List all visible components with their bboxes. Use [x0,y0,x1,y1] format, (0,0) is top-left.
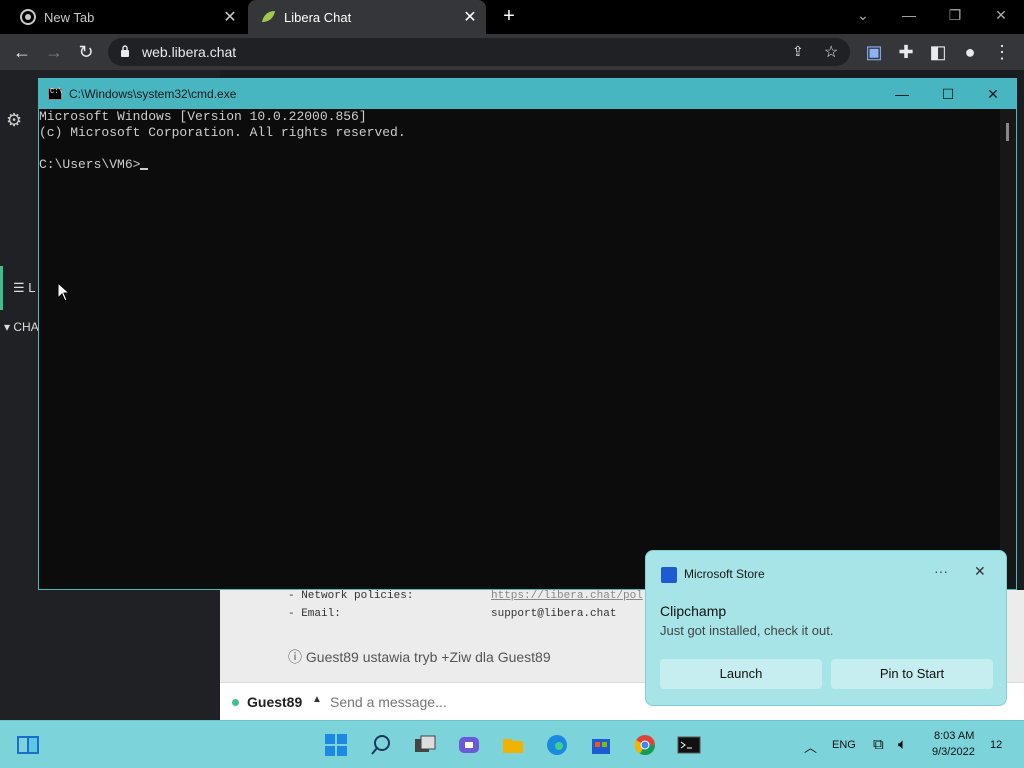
search-icon[interactable] [369,733,393,757]
channels-header-label: CHA [13,320,39,334]
browser-tab-strip: New Tab ✕ Libera Chat ✕ + ⌄ — ❐ ✕ [0,0,1024,34]
console-line: Microsoft Windows [Version 10.0.22000.85… [39,109,367,124]
extensions-icon[interactable]: ✚ [894,40,918,64]
prompt-text: C:\Users\VM6> [39,157,141,172]
email-text: support@libera.chat [491,608,617,620]
install-notification-toast: Microsoft Store ··· ✕ Clipchamp Just got… [645,550,1007,706]
chrome-taskbar-icon[interactable] [633,733,657,757]
channel-list-button[interactable]: ☰ L [0,266,40,310]
nick-label[interactable]: Guest89 [247,694,302,710]
address-bar[interactable]: web.libera.chat ⇪ ☆ [108,38,850,66]
share-icon[interactable]: ⇪ [792,43,804,60]
tab-close-icon[interactable]: ✕ [218,7,242,27]
list-icon: ☰ [13,280,25,295]
tab-close-icon[interactable]: ✕ [458,7,482,27]
chrome-icon [20,9,36,25]
pin-to-start-button[interactable]: Pin to Start [831,659,993,689]
tab-title: New Tab [44,9,95,25]
forward-button[interactable]: → [42,40,66,64]
tab-libera-chat[interactable]: Libera Chat ✕ [248,0,486,34]
console-line: (c) Microsoft Corporation. All rights re… [39,125,406,140]
caret-up-icon[interactable]: ▲ [312,694,322,705]
cmd-title: C:\Windows\system32\cmd.exe [69,87,237,101]
policy-link[interactable]: https://libera.chat/pol [491,590,643,602]
lock-icon [121,45,129,57]
cmd-window: C:\ C:\Windows\system32\cmd.exe — ☐ ✕ Mi… [38,78,1017,590]
microsoft-store-icon [661,567,677,583]
bookmark-star-icon[interactable]: ☆ [824,42,838,62]
tab-search-icon[interactable]: ⌄ [840,0,886,30]
prompt-line: C:\Users\VM6> [39,157,149,173]
cmd-minimize-button[interactable]: — [879,79,925,109]
new-tab-button[interactable]: + [497,4,521,28]
online-status-dot [232,699,239,706]
profile-avatar-icon[interactable]: ● [958,40,982,64]
motd-value: https://libera.chat/pol [491,590,643,602]
toast-app-name: Microsoft Store [684,567,765,581]
motd-key: - Network policies: [288,590,414,602]
cmd-scrollbar[interactable] [1000,109,1016,589]
file-explorer-icon[interactable] [501,733,525,757]
mode-status-line: ⓘ Guest89 ustawia tryb +Ziw dla Guest89 [288,649,551,665]
channel-list-label: L [28,280,36,295]
channels-header[interactable]: ▾ CHA [4,320,39,334]
close-icon[interactable]: ✕ [974,563,986,580]
show-hidden-icons-icon[interactable]: ︿ [804,737,817,756]
toast-body: Just got installed, check it out. [660,623,834,638]
language-indicator[interactable]: ENG [832,739,856,751]
screen-cast-icon[interactable]: ▣ [862,40,886,64]
teams-chat-icon[interactable] [457,733,481,757]
microsoft-store-taskbar-icon[interactable] [589,733,613,757]
edge-browser-icon[interactable] [545,733,569,757]
cmd-icon: C:\ [48,88,63,100]
back-button[interactable]: ← [10,40,34,64]
network-icon[interactable]: ⧉ [873,736,884,753]
browser-toolbar: ← → ↻ web.libera.chat ⇪ ☆ ▣ ✚ ◧ ● ⋮ [0,34,1024,70]
mouse-pointer-icon [57,282,71,302]
tab-new-tab[interactable]: New Tab ✕ [8,0,246,34]
tab-title: Libera Chat [284,9,352,25]
url-text: web.libera.chat [142,44,237,60]
scrollbar-thumb[interactable] [1006,123,1009,141]
start-icon[interactable] [324,733,348,757]
reload-button[interactable]: ↻ [74,40,98,64]
console-output[interactable]: Microsoft Windows [Version 10.0.22000.85… [39,109,1001,589]
minimize-button[interactable]: — [886,0,932,30]
task-view-icon[interactable] [413,733,437,757]
caret-down-icon: ▾ [4,320,11,334]
command-prompt-taskbar-icon[interactable] [677,733,701,757]
close-window-button[interactable]: ✕ [978,0,1024,30]
gear-icon[interactable]: ⚙ [6,110,26,130]
cmd-maximize-button[interactable]: ☐ [925,79,971,109]
volume-icon[interactable]: 🔈︎ [898,736,907,753]
clock-date[interactable]: 9/3/2022 [932,746,975,758]
side-panel-icon[interactable]: ◧ [926,40,950,64]
more-options-icon[interactable]: ··· [934,563,948,579]
toast-headline: Clipchamp [660,603,727,619]
motd-value: support@libera.chat [491,608,616,620]
widgets-icon[interactable] [16,733,40,757]
motd-row: - Network policies: [288,590,413,602]
clock-time[interactable]: 8:03 AM [934,730,974,742]
motd-row: - Email: [288,608,341,620]
libera-leaf-icon [262,11,275,22]
motd-key: - Email: [288,608,341,620]
text-cursor [140,168,149,170]
restore-button[interactable]: ❐ [932,0,978,30]
message-input[interactable] [330,691,630,713]
cmd-title-bar[interactable]: C:\ C:\Windows\system32\cmd.exe — ☐ ✕ [39,79,1016,109]
notification-count-badge[interactable]: 12 [990,739,1002,751]
menu-kebab-icon[interactable]: ⋮ [990,40,1014,64]
launch-button[interactable]: Launch [660,659,822,689]
cmd-close-button[interactable]: ✕ [970,79,1016,109]
windows-taskbar: ︿ ENG ⧉ 🔈︎ 8:03 AM 9/3/2022 12 [0,720,1024,768]
